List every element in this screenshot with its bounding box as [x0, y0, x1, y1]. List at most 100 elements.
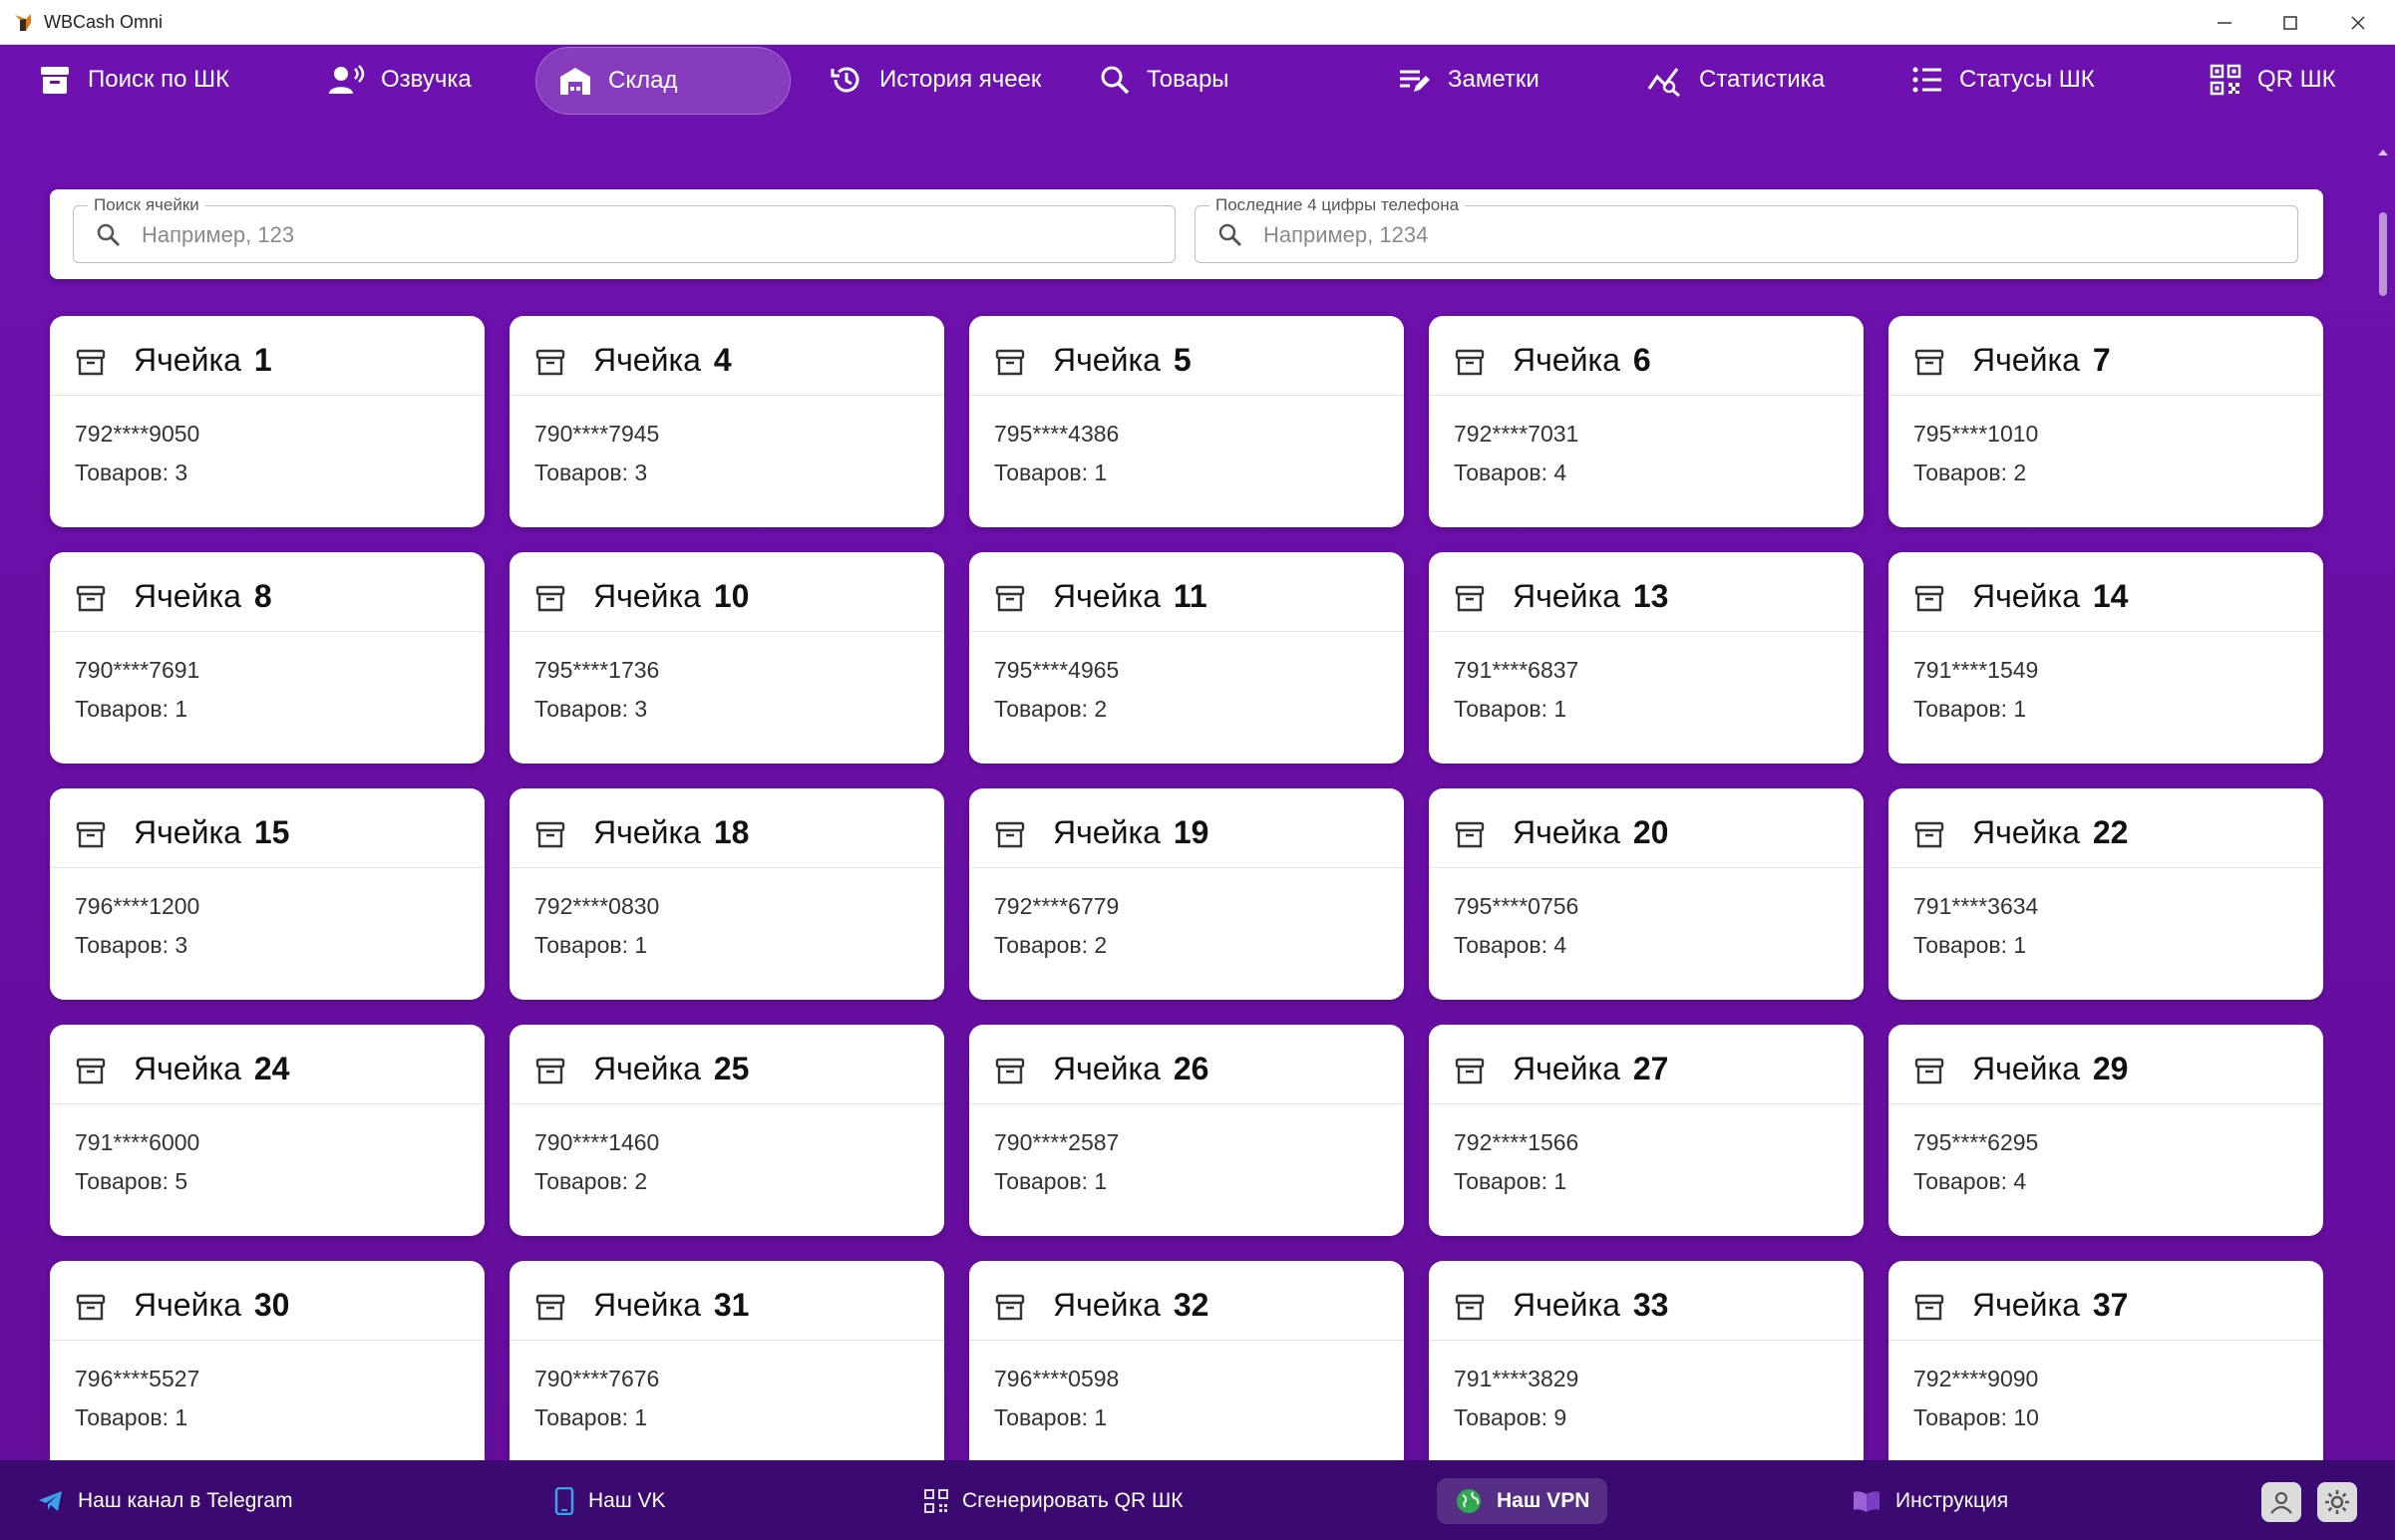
scrollbar-thumb[interactable] [2379, 212, 2387, 296]
cell-card-header: Ячейка 11 [969, 552, 1404, 632]
cell-goods-count: Товаров: 1 [1454, 696, 1567, 722]
archive-icon [535, 585, 565, 612]
cell-title: Ячейка 11 [1053, 578, 1207, 615]
cell-search-field[interactable]: Поиск ячейки [73, 195, 1176, 263]
cell-card[interactable]: Ячейка 29 795****6295 Товаров: 4 [1888, 1025, 2323, 1236]
generate-qr-link[interactable]: Сгенерировать QR ШК [924, 1478, 1183, 1524]
cell-card[interactable]: Ячейка 15 796****1200 Товаров: 3 [50, 788, 485, 1000]
archive-icon [535, 349, 565, 376]
cell-number: 24 [253, 1051, 290, 1086]
nav-warehouse[interactable]: Склад [535, 47, 791, 115]
cell-card-header: Ячейка 30 [50, 1261, 485, 1341]
cell-card[interactable]: Ячейка 32 796****0598 Товаров: 1 [969, 1261, 1404, 1472]
cell-card[interactable]: Ячейка 14 791****1549 Товаров: 1 [1888, 552, 2323, 764]
cell-phone: 791****1549 [1913, 657, 2039, 683]
close-button[interactable] [2323, 0, 2393, 45]
cell-card[interactable]: Ячейка 8 790****7691 Товаров: 1 [50, 552, 485, 764]
cell-phone: 792****6779 [994, 893, 1120, 919]
cell-card[interactable]: Ячейка 19 792****6779 Товаров: 2 [969, 788, 1404, 1000]
nav-qr[interactable]: QR ШК [2188, 45, 2358, 115]
cell-title-prefix: Ячейка [1053, 578, 1161, 614]
cell-goods-count: Товаров: 9 [1454, 1404, 1567, 1430]
nav-voice[interactable]: Озвучка [307, 45, 494, 115]
cell-title: Ячейка 25 [593, 1051, 749, 1087]
cell-card[interactable]: Ячейка 24 791****6000 Товаров: 5 [50, 1025, 485, 1236]
main-area: Поиск по ШК Озвучка Склад История ячеек … [0, 45, 2395, 1488]
cell-card[interactable]: Ячейка 26 790****2587 Товаров: 1 [969, 1025, 1404, 1236]
cell-card[interactable]: Ячейка 33 791****3829 Товаров: 9 [1429, 1261, 1864, 1472]
nav-goods[interactable]: Товары [1077, 45, 1251, 115]
cell-number: 20 [1632, 814, 1669, 850]
cell-card[interactable]: Ячейка 11 795****4965 Товаров: 2 [969, 552, 1404, 764]
cell-card[interactable]: Ячейка 6 792****7031 Товаров: 4 [1429, 316, 1864, 527]
manual-link[interactable]: Инструкция [1852, 1478, 2008, 1524]
cell-card-header: Ячейка 29 [1888, 1025, 2323, 1104]
cell-title: Ячейка 30 [134, 1287, 289, 1324]
cell-card[interactable]: Ячейка 30 796****5527 Товаров: 1 [50, 1261, 485, 1472]
settings-button[interactable] [2317, 1482, 2357, 1522]
cell-goods-count: Товаров: 5 [75, 1168, 188, 1194]
scroll-up-arrow[interactable] [2377, 148, 2389, 157]
cell-search-input[interactable] [140, 216, 1155, 254]
cell-title-prefix: Ячейка [593, 814, 701, 850]
cell-card[interactable]: Ячейка 20 795****0756 Товаров: 4 [1429, 788, 1864, 1000]
archive-icon [1914, 1294, 1944, 1321]
nav-barcode-search[interactable]: Поиск по ШК [16, 45, 251, 115]
cell-card[interactable]: Ячейка 18 792****0830 Товаров: 1 [510, 788, 944, 1000]
nav-cell-history[interactable]: История ячеек [808, 45, 1063, 115]
nav-statistics[interactable]: Статистика [1625, 45, 1847, 115]
profile-button[interactable] [2261, 1482, 2301, 1522]
cell-card[interactable]: Ячейка 31 790****7676 Товаров: 1 [510, 1261, 944, 1472]
cell-phone: 791****3829 [1454, 1366, 1579, 1391]
cell-number: 22 [2092, 814, 2129, 850]
stats-icon [1647, 68, 1680, 97]
cell-title-prefix: Ячейка [134, 1051, 241, 1086]
phone-search-input[interactable] [1261, 216, 2277, 254]
archive-icon [1914, 585, 1944, 612]
cell-title-prefix: Ячейка [1513, 342, 1620, 378]
archive-icon [76, 1294, 106, 1321]
minimize-button[interactable] [2190, 0, 2259, 45]
archive-icon [1914, 349, 1944, 376]
cell-phone: 796****1200 [75, 893, 200, 919]
cell-card-header: Ячейка 31 [510, 1261, 944, 1341]
cell-title-prefix: Ячейка [1972, 342, 2080, 378]
cell-card[interactable]: Ячейка 5 795****4386 Товаров: 1 [969, 316, 1404, 527]
vk-link[interactable]: Наш VK [554, 1478, 666, 1524]
cell-goods-count: Товаров: 1 [994, 460, 1108, 485]
cell-title: Ячейка 13 [1513, 578, 1668, 615]
telegram-link[interactable]: Наш канал в Telegram [38, 1478, 293, 1524]
cell-card[interactable]: Ячейка 7 795****1010 Товаров: 2 [1888, 316, 2323, 527]
cell-title-prefix: Ячейка [134, 1287, 241, 1323]
cell-card-header: Ячейка 24 [50, 1025, 485, 1104]
qr-icon [924, 1489, 948, 1513]
vpn-button[interactable]: Наш VPN [1437, 1478, 1608, 1524]
cell-card-header: Ячейка 26 [969, 1025, 1404, 1104]
phone-search-field[interactable]: Последние 4 цифры телефона [1195, 195, 2298, 263]
maximize-button[interactable] [2255, 0, 2325, 45]
cell-card[interactable]: Ячейка 27 792****1566 Товаров: 1 [1429, 1025, 1864, 1236]
cell-phone: 795****4386 [994, 421, 1120, 447]
cell-number: 32 [1173, 1287, 1209, 1323]
cell-card[interactable]: Ячейка 1 792****9050 Товаров: 3 [50, 316, 485, 527]
cell-title-prefix: Ячейка [1513, 578, 1620, 614]
archive-icon [1455, 349, 1485, 376]
nav-barcode-statuses[interactable]: Статусы ШК [1889, 45, 2117, 115]
cell-card[interactable]: Ячейка 25 790****1460 Товаров: 2 [510, 1025, 944, 1236]
cell-card[interactable]: Ячейка 10 795****1736 Товаров: 3 [510, 552, 944, 764]
cell-card[interactable]: Ячейка 37 792****9090 Товаров: 10 [1888, 1261, 2323, 1472]
cell-phone: 796****0598 [994, 1366, 1120, 1391]
nav-notes[interactable]: Заметки [1376, 45, 1561, 115]
nav-label: Статистика [1699, 66, 1826, 93]
cell-phone: 792****9090 [1913, 1366, 2039, 1391]
nav-label: Заметки [1448, 66, 1540, 93]
cell-card[interactable]: Ячейка 22 791****3634 Товаров: 1 [1888, 788, 2323, 1000]
manual-label: Инструкция [1895, 1489, 2009, 1512]
cell-phone: 790****7676 [534, 1366, 660, 1391]
cell-card[interactable]: Ячейка 4 790****7945 Товаров: 3 [510, 316, 944, 527]
cell-card[interactable]: Ячейка 13 791****6837 Товаров: 1 [1429, 552, 1864, 764]
cell-title: Ячейка 37 [1972, 1287, 2128, 1324]
cell-title-prefix: Ячейка [1053, 342, 1161, 378]
cell-phone: 790****1460 [534, 1129, 660, 1155]
cell-title: Ячейка 33 [1513, 1287, 1668, 1324]
